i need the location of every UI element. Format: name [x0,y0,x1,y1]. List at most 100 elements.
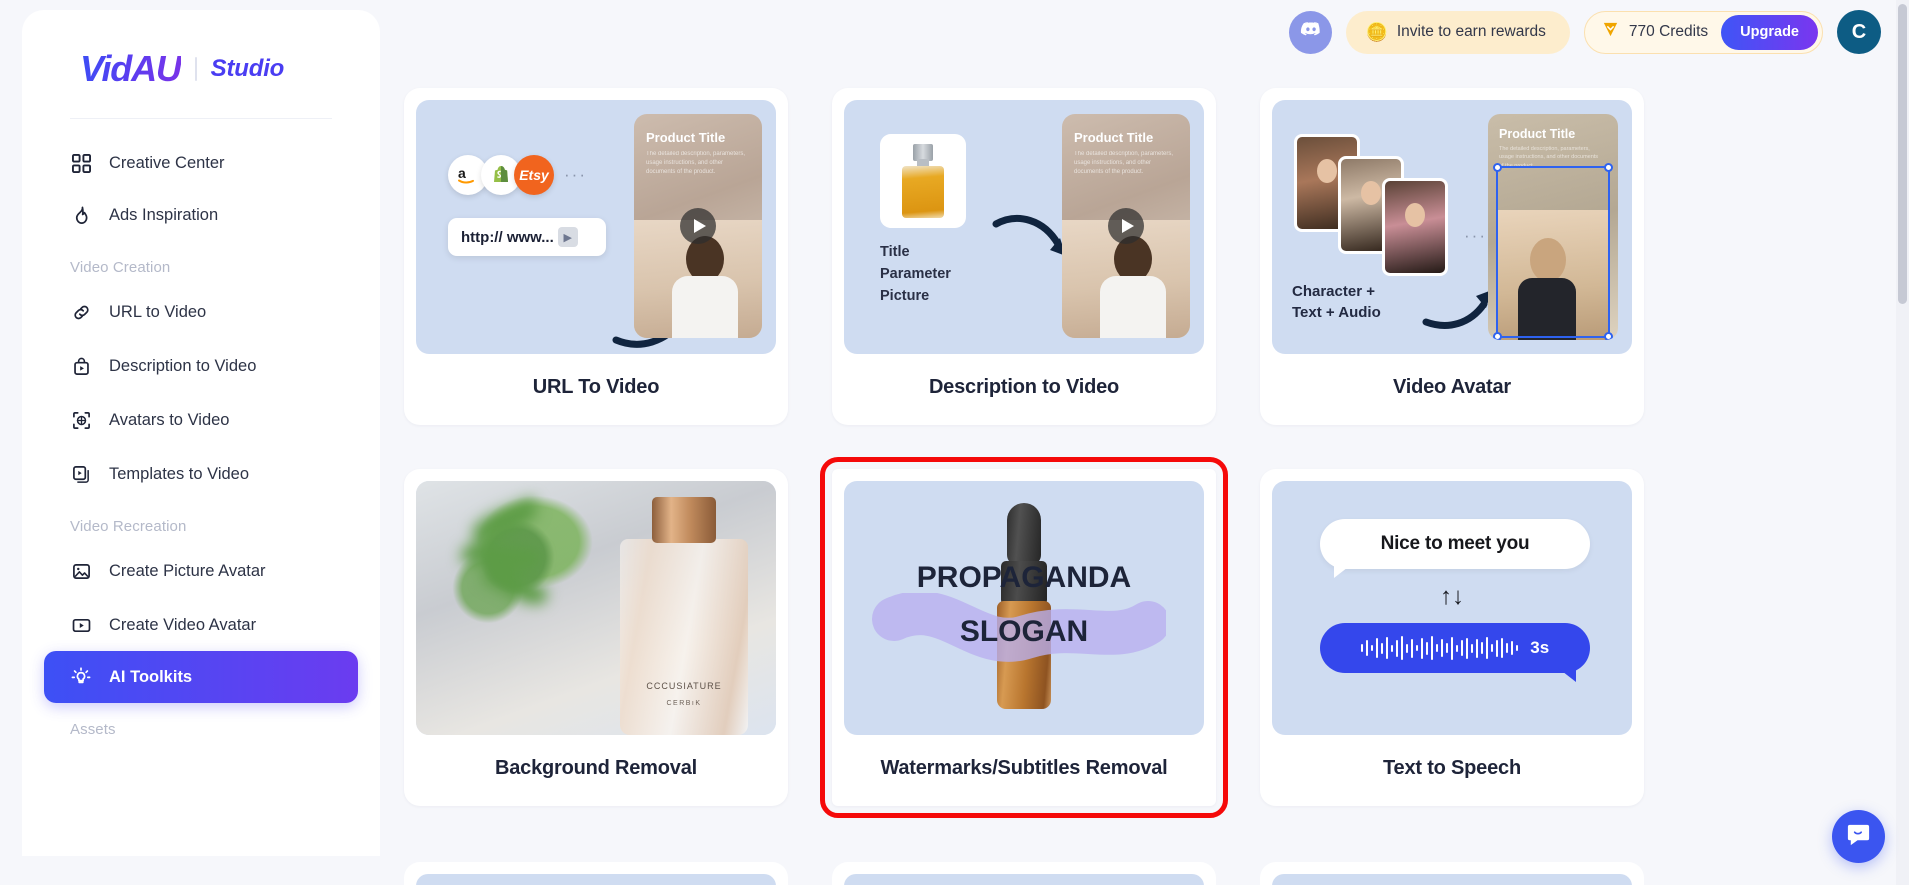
sidebar-group-video-creation: Video Creation [70,259,171,276]
link-icon [71,302,91,322]
sidebar-item-ai-toolkits[interactable]: AI Toolkits [44,651,358,703]
flame-icon [71,205,91,225]
card-placeholder[interactable] [1260,862,1644,885]
sidebar: VidAU Studio Creative Center Ads Inspira… [22,10,380,856]
sidebar-nav: Creative Center Ads Inspiration Video Cr… [22,119,380,746]
url-text: http:// www... [461,228,554,246]
card-title: Video Avatar [1392,376,1512,398]
person-torso [672,276,738,338]
resize-handle-bottom-right[interactable] [1604,332,1613,340]
bottle-label-secondary: CERBıK [666,700,702,707]
sidebar-item-creative-center[interactable]: Creative Center [44,137,358,189]
sidebar-item-create-picture-avatar[interactable]: Create Picture Avatar [44,545,358,597]
card-title: Watermarks/Subtitles Removal [880,757,1168,779]
card-description-to-video[interactable]: Title Parameter Picture Product Title Th… [832,88,1216,425]
swap-arrows-icon: ↑↓ [1440,583,1464,610]
credits-label: 770 Credits [1628,23,1709,40]
person-torso [1100,276,1166,338]
sidebar-item-templates-to-video[interactable]: Templates to Video [44,448,358,500]
card-placeholder[interactable] [832,862,1216,885]
template-play-icon [71,464,91,484]
resize-handle-top-right[interactable] [1604,163,1613,172]
audio-duration: 3s [1530,638,1550,657]
card-url-to-video[interactable]: a Etsy ··· http:// www... ▶ Product Titl… [404,88,788,425]
marketplace-logos: a Etsy ··· [448,155,587,195]
watermark-demo: PROPAGANDA SLOGAN [844,481,1204,735]
discord-icon [1299,18,1323,47]
card-title: Background Removal [494,757,697,779]
card-media: ··· Character + Text + Audio Product Tit… [1272,100,1632,354]
avatar-preview: Product Title The detailed description, … [1488,114,1618,340]
more-dots: ··· [1464,226,1487,245]
avatar-thumb [1382,178,1448,276]
perfume-bottle-illustration [902,144,944,218]
phone-description: The detailed description, parameters, us… [646,151,746,175]
top-header: 🪙 Invite to earn rewards 770 Credits Upg… [1289,10,1881,54]
chat-smile-icon [1845,821,1872,853]
url-input-mock: http:// www... ▶ [448,218,606,256]
etsy-logo: Etsy [514,155,554,195]
more-dots: ··· [564,165,587,184]
page-scrollbar-thumb[interactable] [1898,4,1907,304]
brand[interactable]: VidAU Studio [22,10,380,90]
user-avatar[interactable]: C [1837,10,1881,54]
card-title: Description to Video [928,376,1120,398]
sidebar-item-label: AI Toolkits [109,667,193,686]
text-bubble: Nice to meet you [1320,519,1590,578]
invite-label: Invite to earn rewards [1396,23,1546,40]
sidebar-item-label: Creative Center [109,153,225,172]
bottle-label-primary: CCCUSIATURE [646,681,722,691]
selection-frame[interactable] [1493,163,1613,340]
input-labels: Title Parameter Picture [880,244,951,304]
play-button-icon[interactable] [680,208,716,244]
sidebar-item-label: Create Video Avatar [109,615,257,634]
bubble-text: Nice to meet you [1380,533,1530,554]
card-media: CCCUSIATURE CERBıK [416,481,776,735]
chat-widget-button[interactable] [1832,810,1885,863]
lightbulb-icon [71,667,91,687]
phone-preview: Product Title The detailed description, … [634,114,762,338]
card-media: PROPAGANDA SLOGAN [844,481,1204,735]
video-play-icon [71,615,91,635]
chevron-right-icon: ▶ [557,227,578,247]
watermark-text-line2: SLOGAN [959,615,1089,648]
upgrade-button[interactable]: Upgrade [1721,14,1818,50]
card-caption: Character + Text + Audio [1292,282,1381,322]
plant-illustration [460,496,580,639]
brand-divider [194,57,197,81]
perfume-bottle-photo: CCCUSIATURE CERBıK [620,497,748,735]
credits-pill[interactable]: 770 Credits Upgrade [1583,10,1823,54]
preview-title: Product Title [1499,127,1576,141]
card-video-avatar[interactable]: ··· Character + Text + Audio Product Tit… [1260,88,1644,425]
vidau-logo: VidAU [80,48,182,89]
sidebar-item-label: Avatars to Video [109,410,230,429]
avatar-thumbnails: ··· [1294,134,1485,276]
card-watermarks-subtitles-removal[interactable]: PROPAGANDA SLOGAN Watermarks/Subtitles R… [820,457,1228,818]
diamond-icon [1601,20,1620,44]
resize-handle-bottom-left[interactable] [1493,332,1502,340]
card-text-to-speech[interactable]: Nice to meet you ↑↓ 3s Text to Speech [1260,469,1644,806]
play-button-icon[interactable] [1108,208,1144,244]
sidebar-item-description-to-video[interactable]: Description to Video [44,340,358,392]
card-placeholder[interactable] [404,862,788,885]
grid-icon [71,153,91,173]
resize-handle-top-left[interactable] [1493,163,1502,172]
sidebar-item-ads-inspiration[interactable]: Ads Inspiration [44,189,358,241]
sidebar-group-video-recreation: Video Recreation [70,518,187,535]
sidebar-item-label: Templates to Video [109,464,250,483]
invite-to-earn-rewards-button[interactable]: 🪙 Invite to earn rewards [1346,10,1570,54]
card-media: Nice to meet you ↑↓ 3s [1272,481,1632,735]
bag-play-icon [71,356,91,376]
image-icon [71,561,91,581]
sidebar-item-avatars-to-video[interactable]: Avatars to Video [44,394,358,446]
audio-bubble: 3s [1320,623,1590,682]
bottle-cap [652,497,716,543]
card-media: a Etsy ··· http:// www... ▶ Product Titl… [416,100,776,354]
sidebar-item-url-to-video[interactable]: URL to Video [44,286,358,338]
sidebar-group-assets: Assets [70,721,116,738]
phone-title: Product Title [1074,130,1154,145]
sidebar-item-create-video-avatar[interactable]: Create Video Avatar [44,599,358,651]
discord-button[interactable] [1289,10,1333,54]
page-scrollbar-track[interactable] [1896,0,1909,885]
card-background-removal[interactable]: CCCUSIATURE CERBıK Background Removal [404,469,788,806]
